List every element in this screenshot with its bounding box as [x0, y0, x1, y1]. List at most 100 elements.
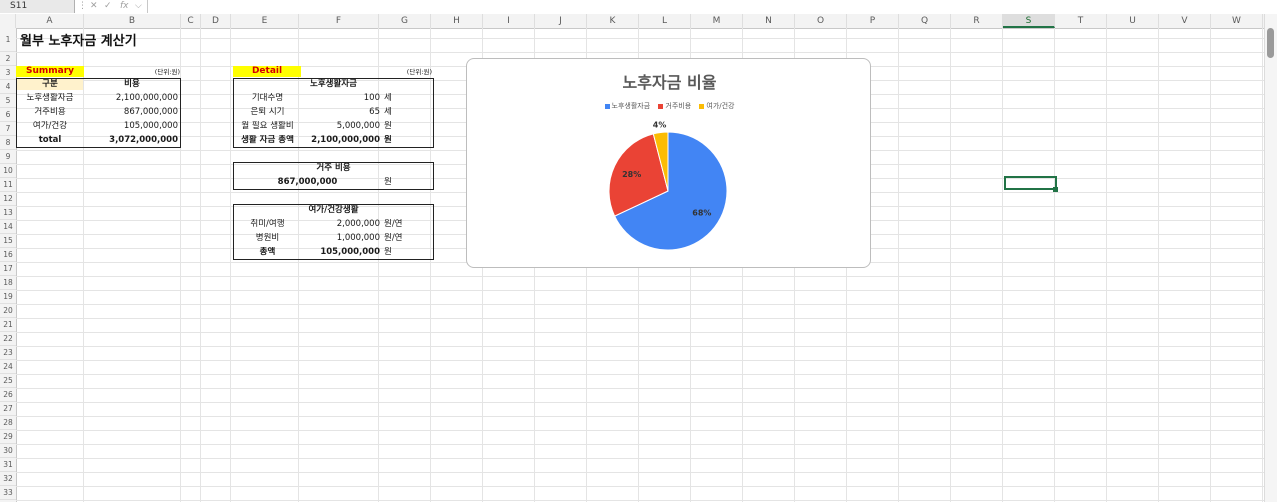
column-header-l[interactable]: L [639, 14, 691, 28]
column-header-c[interactable]: C [181, 14, 201, 28]
column-header-w[interactable]: W [1211, 14, 1263, 28]
row-header-4[interactable]: 4 [0, 80, 16, 94]
column-header-f[interactable]: F [299, 14, 379, 28]
row-header-30[interactable]: 30 [0, 444, 16, 458]
scrollbar-thumb[interactable] [1267, 28, 1274, 58]
row-header-13[interactable]: 13 [0, 206, 16, 220]
housing-unit: 원 [384, 177, 392, 187]
column-header-u[interactable]: U [1107, 14, 1159, 28]
living-row-value: 100 [363, 93, 380, 103]
summary-row-value: 867,000,000 [123, 107, 178, 117]
column-header-o[interactable]: O [795, 14, 847, 28]
column-header-q[interactable]: Q [899, 14, 951, 28]
pie-data-label: 68% [692, 208, 711, 217]
row-header-21[interactable]: 21 [0, 318, 16, 332]
row-header-11[interactable]: 11 [0, 178, 16, 192]
housing-title: 거주 비용 [316, 163, 351, 173]
row-header-3[interactable]: 3 [0, 66, 16, 80]
selected-cell[interactable] [1004, 176, 1057, 190]
pie-plot-area: 68% 28% 4% [608, 121, 728, 251]
grid-line [950, 28, 951, 502]
formula-input[interactable] [147, 0, 1277, 13]
grid-line [1262, 28, 1263, 502]
row-header-12[interactable]: 12 [0, 192, 16, 206]
row-header-5[interactable]: 5 [0, 94, 16, 108]
living-title: 노후생활자금 [310, 79, 357, 89]
column-header-p[interactable]: P [847, 14, 899, 28]
row-header-32[interactable]: 32 [0, 472, 16, 486]
living-row-unit: 세 [384, 107, 392, 117]
column-header-m[interactable]: M [691, 14, 743, 28]
detail-label: Detail [233, 66, 301, 77]
vertical-scrollbar[interactable] [1264, 14, 1277, 502]
summary-row-name: 거주비용 [34, 107, 66, 117]
summary-unit: (단위:원) [154, 68, 180, 76]
grid-line [1106, 28, 1107, 502]
leisure-total-unit: 원 [384, 247, 392, 257]
column-headers: ABCDEFGHIJKLMNOPQRSTUVW [0, 14, 1277, 29]
pie-chart[interactable]: 노후자금 비율 노후생활자금 거주비용 여가/건강 68% 28% 4% [466, 58, 871, 268]
row-header-2[interactable]: 2 [0, 52, 16, 66]
row-header-6[interactable]: 6 [0, 108, 16, 122]
row-header-8[interactable]: 8 [0, 136, 16, 150]
row-header-1[interactable]: 1 [0, 28, 16, 52]
pie-data-label: 4% [653, 121, 667, 130]
column-header-a[interactable]: A [16, 14, 84, 28]
row-header-31[interactable]: 31 [0, 458, 16, 472]
row-header-27[interactable]: 27 [0, 402, 16, 416]
column-header-e[interactable]: E [231, 14, 299, 28]
row-header-26[interactable]: 26 [0, 388, 16, 402]
row-header-18[interactable]: 18 [0, 276, 16, 290]
living-row-value: 5,000,000 [336, 121, 380, 131]
summary-row-value: 105,000,000 [123, 121, 178, 131]
formula-bar: S11 ⋮ ✕ ✓ fx ⌵ [0, 0, 1277, 15]
column-header-j[interactable]: J [535, 14, 587, 28]
row-header-23[interactable]: 23 [0, 346, 16, 360]
column-header-h[interactable]: H [431, 14, 483, 28]
row-header-14[interactable]: 14 [0, 220, 16, 234]
row-header-28[interactable]: 28 [0, 416, 16, 430]
column-header-r[interactable]: R [951, 14, 1003, 28]
row-header-25[interactable]: 25 [0, 374, 16, 388]
column-header-i[interactable]: I [483, 14, 535, 28]
insert-function-icon[interactable]: fx [120, 0, 129, 13]
row-header-15[interactable]: 15 [0, 234, 16, 248]
leisure-row-value: 1,000,000 [336, 233, 380, 243]
column-header-g[interactable]: G [379, 14, 431, 28]
grid-line [898, 28, 899, 502]
enter-icon[interactable]: ✓ [104, 0, 112, 13]
living-row-value: 65 [369, 107, 380, 117]
row-header-29[interactable]: 29 [0, 430, 16, 444]
summary-total-value: 3,072,000,000 [109, 135, 178, 145]
column-header-v[interactable]: V [1159, 14, 1211, 28]
row-header-22[interactable]: 22 [0, 332, 16, 346]
column-header-t[interactable]: T [1055, 14, 1107, 28]
fill-handle[interactable] [1053, 187, 1058, 192]
row-header-16[interactable]: 16 [0, 248, 16, 262]
row-header-10[interactable]: 10 [0, 164, 16, 178]
column-header-n[interactable]: N [743, 14, 795, 28]
row-header-24[interactable]: 24 [0, 360, 16, 374]
column-header-b[interactable]: B [84, 14, 181, 28]
row-header-17[interactable]: 17 [0, 262, 16, 276]
living-total-name: 생활 자금 총액 [241, 135, 294, 145]
cancel-icon[interactable]: ✕ [90, 0, 98, 13]
row-header-19[interactable]: 19 [0, 290, 16, 304]
chevron-down-icon[interactable]: ⌵ [135, 0, 142, 13]
column-header-k[interactable]: K [587, 14, 639, 28]
living-row-name: 은퇴 시기 [250, 107, 285, 117]
row-header-33[interactable]: 33 [0, 486, 16, 500]
select-all-corner[interactable] [0, 14, 16, 28]
leisure-row-unit: 원/연 [384, 233, 403, 243]
row-header-20[interactable]: 20 [0, 304, 16, 318]
grid-line [1054, 28, 1055, 502]
row-header-9[interactable]: 9 [0, 150, 16, 164]
leisure-row-value: 2,000,000 [336, 219, 380, 229]
column-header-d[interactable]: D [201, 14, 231, 28]
summary-label: Summary [16, 66, 84, 77]
living-row-name: 월 필요 생활비 [241, 121, 294, 131]
more-options-icon[interactable]: ⋮ [78, 0, 87, 13]
row-header-7[interactable]: 7 [0, 122, 16, 136]
column-header-s[interactable]: S [1003, 14, 1055, 28]
name-box[interactable]: S11 [0, 0, 75, 13]
